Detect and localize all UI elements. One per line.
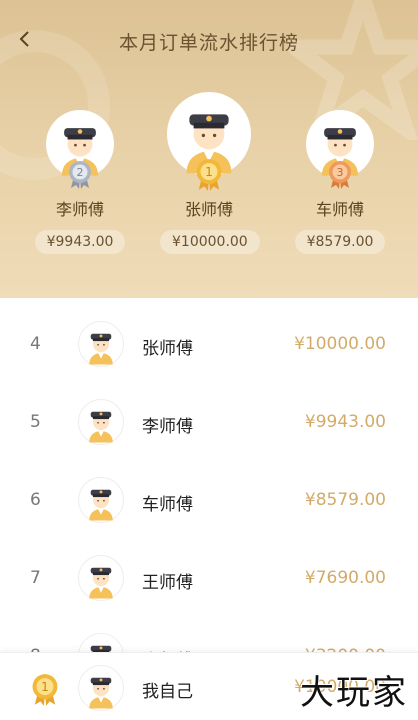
rank-number: 5 — [30, 412, 41, 432]
amount-badge: ¥10000.00 — [160, 230, 260, 254]
list-item[interactable]: 4 张师傅 ¥10000.00 — [0, 304, 418, 382]
watermark: 大玩家 — [300, 673, 408, 713]
driver-name: 李师傅 — [55, 200, 104, 219]
gold-medal-icon: 1 — [196, 159, 222, 191]
amount: ¥7690.00 — [304, 568, 386, 588]
avatar — [78, 477, 124, 523]
amount: ¥8579.00 — [304, 490, 386, 510]
avatar: 1 — [167, 92, 251, 191]
driver-name: 张师傅 — [184, 200, 233, 219]
silver-medal-icon: 2 — [69, 161, 91, 189]
driver-name: 李师傅 — [142, 417, 193, 437]
gold-medal-icon: 1 — [32, 674, 58, 706]
amount: ¥10000.00 — [294, 334, 386, 354]
list-item[interactable]: 7 王师傅 ¥7690.00 — [0, 538, 418, 616]
avatar — [78, 665, 124, 711]
rank-number: 6 — [30, 490, 41, 510]
my-name: 我自己 — [142, 682, 193, 702]
page-title: 本月订单流水排行榜 — [118, 32, 299, 54]
list-item[interactable]: 6 车师傅 ¥8579.00 — [0, 460, 418, 538]
driver-name: 王师傅 — [142, 573, 193, 593]
amount: ¥9943.00 — [304, 412, 386, 432]
rank-number: 7 — [30, 568, 41, 588]
podium-second[interactable]: 2 李师傅 ¥9943.00 — [30, 110, 130, 254]
avatar — [78, 399, 124, 445]
driver-name: 车师傅 — [315, 200, 364, 219]
svg-text:2: 2 — [77, 166, 84, 179]
svg-text:1: 1 — [41, 679, 49, 694]
driver-avatar-icon — [79, 666, 123, 710]
amount-badge: ¥8579.00 — [294, 230, 386, 254]
podium-first[interactable]: 1 张师傅 ¥10000.00 — [160, 92, 260, 254]
bronze-medal-icon: 3 — [329, 161, 351, 189]
avatar — [78, 321, 124, 367]
rank-number: 4 — [30, 334, 41, 354]
driver-name: 张师傅 — [142, 339, 193, 359]
driver-avatar-icon — [79, 556, 123, 600]
list-item[interactable]: 5 李师傅 ¥9943.00 — [0, 382, 418, 460]
ranking-header: 本月订单流水排行榜 2 李师傅 ¥9943.00 1 张师傅 ¥10000.00 — [0, 0, 418, 298]
podium-third[interactable]: 3 车师傅 ¥8579.00 — [288, 110, 392, 254]
driver-avatar-icon — [79, 322, 123, 366]
avatar — [78, 555, 124, 601]
driver-avatar-icon — [79, 400, 123, 444]
avatar: 2 — [46, 110, 114, 189]
driver-avatar-icon — [79, 478, 123, 522]
driver-name: 车师傅 — [142, 495, 193, 515]
avatar: 3 — [306, 110, 374, 189]
svg-text:3: 3 — [337, 166, 344, 179]
svg-text:1: 1 — [205, 164, 213, 179]
amount-badge: ¥9943.00 — [34, 230, 126, 254]
